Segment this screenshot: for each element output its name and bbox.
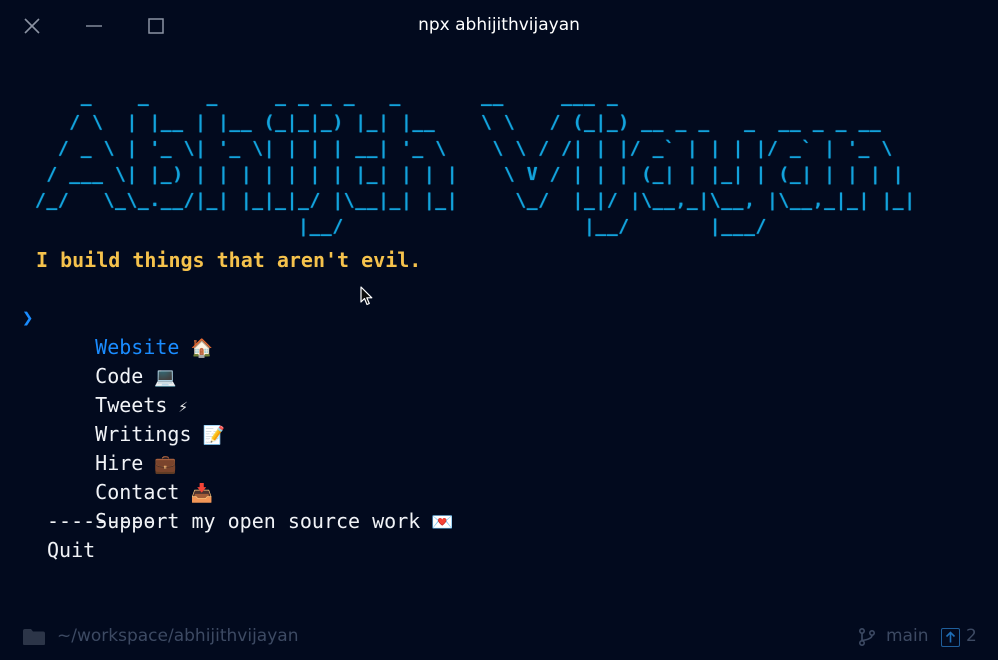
menu-item-quit[interactable]: Quit [22, 536, 454, 565]
git-branch-icon [858, 627, 876, 647]
menu-item-writings[interactable]: Writings 📝 [22, 391, 454, 446]
current-directory: ~/workspace/abhijithvijayan [57, 626, 299, 646]
menu-separator: --------- [47, 509, 156, 533]
menu-item-code[interactable]: Code 💻 [22, 333, 454, 388]
tagline: I build things that aren't evil. [36, 248, 422, 272]
folder-icon [23, 629, 45, 645]
commits-ahead-icon [941, 628, 960, 647]
commits-ahead-count: 2 [966, 626, 977, 646]
menu-item-contact[interactable]: Contact 📥 [22, 449, 454, 504]
menu-item-tweets[interactable]: Tweets ⚡ [22, 362, 454, 417]
menu-item-website[interactable]: ❯ Website 🏠 [22, 304, 454, 359]
main-menu: ❯ Website 🏠 Code 💻 Tweets ⚡ Writings 📝 Hire 💼 … [22, 304, 454, 565]
selection-pointer-icon: ❯ [22, 307, 34, 329]
git-branch-name: main [886, 626, 929, 646]
menu-item-support[interactable]: Support my open source work 💌 [22, 478, 454, 533]
window-title: npx abhijithvijayan [418, 15, 580, 35]
title-bar: npx abhijithvijayan [0, 0, 998, 52]
status-bar: ~/workspace/abhijithvijayan main 2 [0, 620, 998, 660]
mouse-cursor-icon [360, 286, 373, 306]
ascii-name-banner: _ _ _ _ _ _ _ _ __ ___ _ / \ | |__ | |__… [35, 86, 916, 237]
menu-item-hire[interactable]: Hire 💼 [22, 420, 454, 475]
